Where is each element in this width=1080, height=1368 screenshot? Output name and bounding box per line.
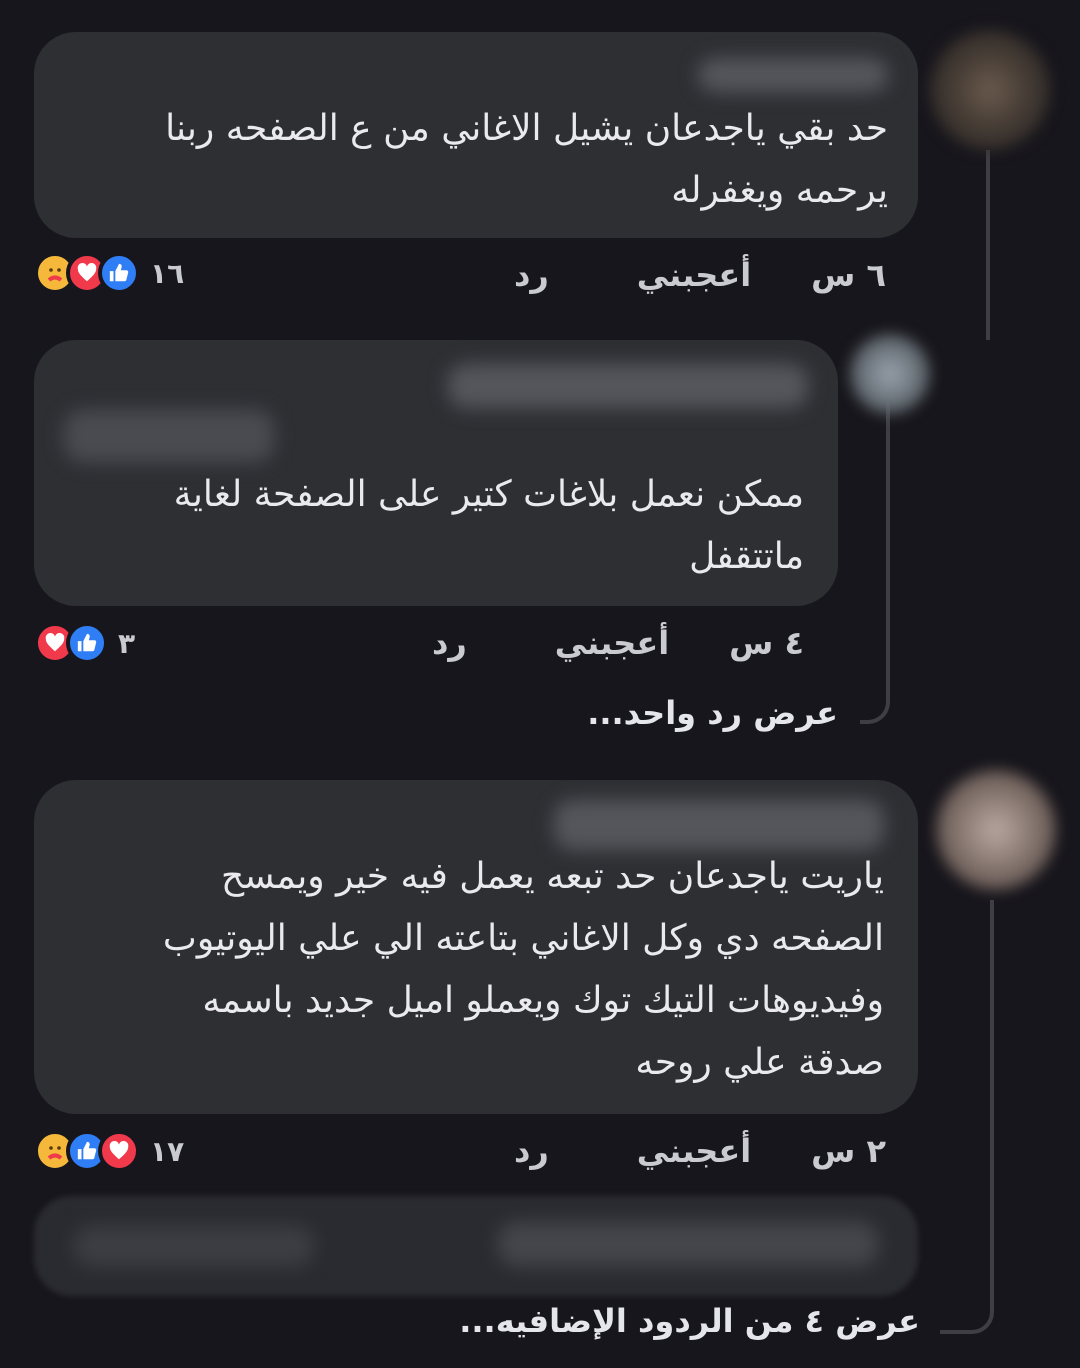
author-name-blurred[interactable]	[698, 58, 888, 92]
reaction-count: ١٦	[150, 256, 185, 290]
reaction-summary[interactable]: ١٦	[34, 252, 184, 294]
comment-text-line: ممكن نعمل بلاغات كتير على الصفحة لغاية	[173, 474, 804, 515]
reply-link[interactable]: رد	[514, 256, 549, 294]
comment-text-line: حد بقي ياجدعان يشيل الاغاني من ع الصفحه …	[165, 108, 888, 149]
reply-link[interactable]: رد	[432, 624, 467, 662]
reply-preview-blurred[interactable]	[34, 1196, 918, 1296]
thread-line	[986, 150, 990, 340]
comment-text-line: الصفحه دي وكل الاغاني بتاعته الي علي الي…	[162, 918, 884, 959]
comment-text: ياريت ياجدعان حد تبعه يعمل فيه خير ويمسح…	[64, 846, 884, 1094]
avatar[interactable]	[936, 770, 1056, 890]
author-name-blurred[interactable]	[448, 364, 808, 408]
comment-bubble: ياريت ياجدعان حد تبعه يعمل فيه خير ويمسح…	[34, 780, 918, 1114]
comment-actions: ٤ س أعجبني رد	[432, 624, 804, 662]
avatar[interactable]	[930, 30, 1050, 150]
thumbs-up-icon	[98, 252, 140, 294]
like-link[interactable]: أعجبني	[637, 1132, 751, 1170]
comment-text-line: ماتتقفل	[689, 536, 804, 577]
comment-bubble: ممكن نعمل بلاغات كتير على الصفحة لغاية م…	[34, 340, 838, 606]
thread-connector	[860, 400, 890, 724]
comment-bubble: حد بقي ياجدعان يشيل الاغاني من ع الصفحه …	[34, 32, 918, 238]
author-badge-blurred	[64, 410, 274, 462]
like-link[interactable]: أعجبني	[555, 624, 669, 662]
comment-time: ٢ س	[811, 1132, 886, 1170]
comment-actions: ٦ س أعجبني رد	[514, 256, 886, 294]
comment-text-line: وفيديوهات التيك توك ويعملو اميل جديد باس…	[202, 980, 884, 1021]
avatar[interactable]	[850, 334, 930, 414]
comment-actions: ٢ س أعجبني رد	[514, 1132, 886, 1170]
reaction-summary[interactable]: ٣	[34, 622, 135, 664]
heart-icon	[98, 1130, 140, 1172]
thread-connector	[940, 900, 994, 1334]
comment-time: ٦ س	[811, 256, 886, 294]
reply-link[interactable]: رد	[514, 1132, 549, 1170]
like-link[interactable]: أعجبني	[637, 256, 751, 294]
comment-text: حد بقي ياجدعان يشيل الاغاني من ع الصفحه …	[68, 98, 888, 222]
reply-author-blurred	[498, 1222, 878, 1266]
comment-text-line: ياريت ياجدعان حد تبعه يعمل فيه خير ويمسح	[221, 856, 884, 897]
comment-time: ٤ س	[729, 624, 804, 662]
view-replies-link[interactable]: عرض رد واحد...	[587, 694, 838, 732]
thumbs-up-icon	[66, 622, 108, 664]
reaction-count: ٣	[118, 626, 136, 660]
comment-text-line: صدقة علي روحه	[635, 1042, 884, 1083]
reply-text-blurred	[74, 1226, 314, 1266]
reaction-count: ١٧	[150, 1134, 185, 1168]
comment-text: ممكن نعمل بلاغات كتير على الصفحة لغاية م…	[64, 464, 804, 588]
author-name-blurred[interactable]	[554, 800, 884, 850]
reaction-summary[interactable]: ١٧	[34, 1130, 184, 1172]
comment-text-line: يرحمه ويغفرله	[671, 170, 888, 211]
view-replies-link[interactable]: عرض ٤ من الردود الإضافيه...	[459, 1302, 920, 1340]
